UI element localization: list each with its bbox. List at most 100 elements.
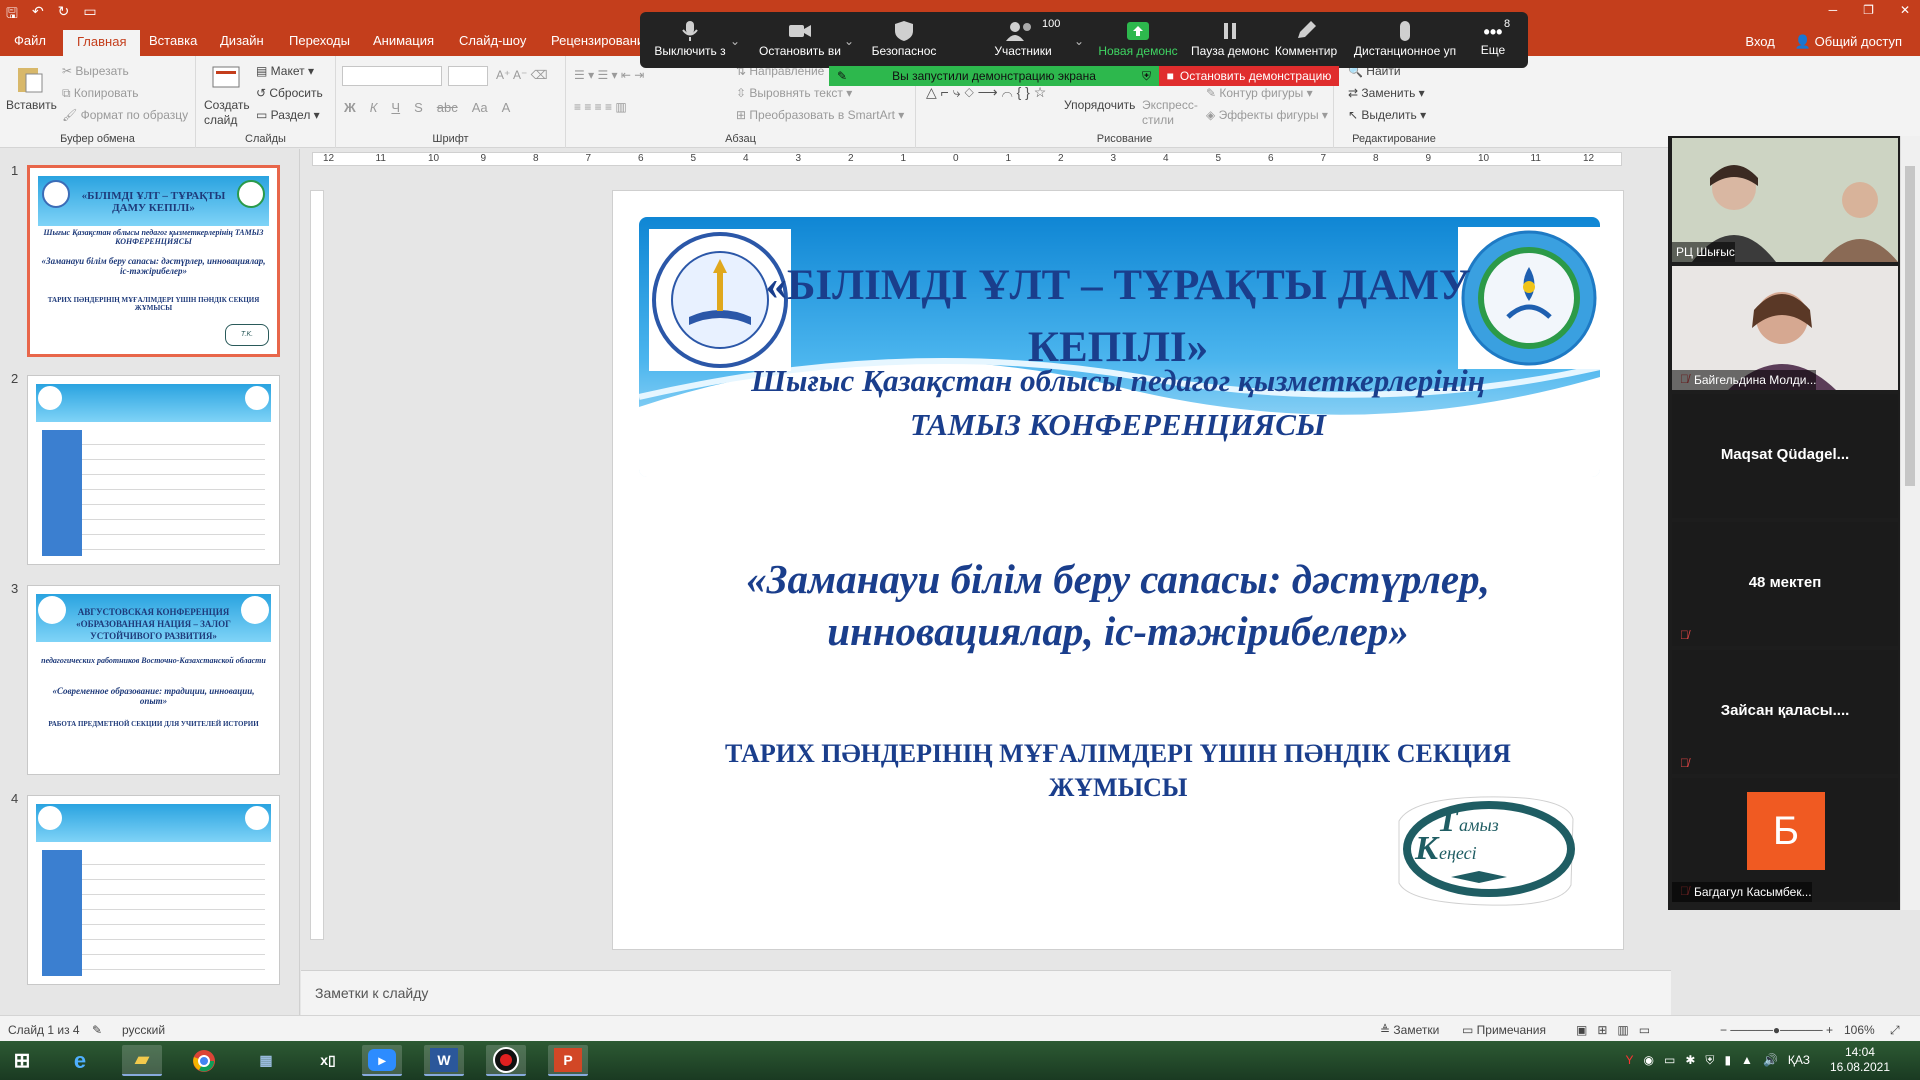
smartart-button[interactable]: ⊞ Преобразовать в SmartArt ▾	[736, 108, 904, 122]
shapes-gallery[interactable]: △ ⌐ ⤷ ⬦ ⟶ ⌒ { } ☆	[926, 82, 1052, 126]
slide-thumbnail-1[interactable]: «БІЛІМДІ ҰЛТ – ТҰРАҚТЫ ДАМУ КЕПІЛІ» Шығы…	[27, 165, 280, 357]
view-buttons[interactable]: ▣ ⊞ ▥ ▭	[1576, 1023, 1650, 1037]
quick-styles-button[interactable]: Экспресс-стили	[1142, 98, 1202, 128]
tab-review[interactable]: Рецензирование	[551, 33, 651, 48]
word-icon[interactable]: W	[424, 1045, 464, 1076]
align-text-button[interactable]: ⇳ Выровнять текст ▾	[736, 86, 852, 100]
chrome-icon[interactable]	[184, 1045, 224, 1076]
layout-button[interactable]: ▤ Макет ▾	[256, 64, 314, 78]
cut-button[interactable]: ✂ Вырезать	[62, 64, 129, 78]
shield-tray-icon[interactable]: ⛨	[1705, 1053, 1714, 1068]
restore-button[interactable]: ❐	[1863, 3, 1874, 17]
font-size-input[interactable]	[448, 66, 488, 86]
tab-animation[interactable]: Анимация	[373, 33, 434, 48]
bluetooth-icon[interactable]: ✱	[1685, 1053, 1695, 1068]
annotate-button[interactable]: Комментир	[1264, 12, 1348, 68]
excel-icon[interactable]: x▯	[308, 1045, 348, 1076]
network-app-icon[interactable]: ▦	[246, 1045, 286, 1076]
select-button[interactable]: ↖ Выделить ▾	[1348, 108, 1426, 122]
close-button[interactable]: ✕	[1900, 3, 1910, 17]
zoom-icon[interactable]: ▸	[362, 1045, 402, 1076]
battery-icon[interactable]: ▮	[1724, 1053, 1731, 1068]
slide-notes[interactable]: Заметки к слайду	[301, 970, 1671, 1015]
stop-share-button[interactable]: ■ Остановить демонстрацию	[1159, 66, 1339, 86]
video-options-chevron-icon[interactable]: ⌄	[844, 34, 854, 48]
replace-button[interactable]: ⇄ Заменить ▾	[1348, 86, 1425, 100]
login-link[interactable]: Вход	[1745, 34, 1774, 50]
undo-icon[interactable]: ↶	[32, 3, 44, 27]
reset-button[interactable]: ↺ Сбросить	[256, 86, 323, 100]
arrange-button[interactable]: Упорядочить	[1064, 98, 1135, 112]
strikethrough-button[interactable]: abc	[437, 100, 458, 115]
tab-home[interactable]: Главная	[63, 30, 141, 57]
font-size-buttons[interactable]: A⁺ A⁻ ⌫	[496, 68, 548, 82]
tab-design[interactable]: Дизайн	[220, 33, 264, 48]
new-share-button[interactable]: Новая демонс	[1088, 12, 1188, 68]
save-icon[interactable]: 🖫	[6, 3, 18, 27]
participant-tile[interactable]: Зайсан қаласы.... 🎙̸	[1672, 650, 1898, 774]
section-button[interactable]: ▭ Раздел ▾	[256, 108, 320, 122]
participants-button[interactable]: 100 Участники	[958, 12, 1088, 68]
participant-tile[interactable]: 🎙̸ Байгельдина Молди...	[1672, 266, 1898, 390]
mute-options-chevron-icon[interactable]: ⌄	[730, 34, 740, 48]
windows-start-icon[interactable]: ⊞	[2, 1045, 42, 1076]
shape-outline-button[interactable]: ✎ Контур фигуры ▾	[1206, 86, 1313, 100]
fit-slide-icon[interactable]: ⤢	[1890, 1023, 1900, 1038]
change-case-button[interactable]: Aa	[472, 100, 488, 115]
powerpoint-icon[interactable]: P	[548, 1045, 588, 1076]
list-buttons[interactable]: ☰ ▾ ☰ ▾ ⇤ ⇥	[574, 68, 644, 82]
zoom-level[interactable]: 106%	[1844, 1023, 1875, 1037]
participant-tile[interactable]: Б 🎙̸ Багдагул Касымбек...	[1672, 778, 1898, 902]
yandex-icon[interactable]: Y	[1626, 1053, 1634, 1068]
tab-insert[interactable]: Вставка	[149, 33, 197, 48]
share-button[interactable]: 👤 Общий доступ	[1795, 34, 1902, 50]
zoom-slider[interactable]: − ─────●───── +	[1720, 1023, 1833, 1037]
mute-button[interactable]: Выключить з	[640, 12, 740, 68]
align-buttons[interactable]: ≡ ≡ ≡ ≡ ▥	[574, 100, 627, 114]
participants-chevron-icon[interactable]: ⌄	[1074, 34, 1084, 48]
network-icon[interactable]: ▲	[1741, 1053, 1753, 1068]
pin-icon[interactable]: ✎	[837, 69, 847, 83]
paste-button[interactable]: Вставить	[6, 98, 57, 112]
underline-button[interactable]: Ч	[391, 100, 400, 115]
internet-explorer-icon[interactable]: e	[60, 1045, 100, 1076]
copy-button[interactable]: ⧉ Копировать	[62, 86, 139, 101]
system-clock[interactable]: 14:04 16.08.2021	[1830, 1045, 1890, 1075]
file-explorer-icon[interactable]: ▰	[122, 1045, 162, 1076]
minimize-button[interactable]: ─	[1829, 3, 1838, 17]
input-language[interactable]: ҚАЗ	[1788, 1053, 1810, 1068]
bold-button[interactable]: Ж	[344, 100, 356, 115]
font-color-button[interactable]: A	[502, 100, 511, 115]
participant-tile[interactable]: РЦ Шығыс	[1672, 138, 1898, 262]
font-name-input[interactable]	[342, 66, 442, 86]
tab-transitions[interactable]: Переходы	[289, 33, 350, 48]
format-painter-button[interactable]: 🖌 Формат по образцу	[62, 108, 188, 122]
stop-video-button[interactable]: Остановить ви	[750, 12, 850, 68]
language-indicator[interactable]: русский	[122, 1023, 165, 1037]
tab-slideshow[interactable]: Слайд-шоу	[459, 33, 526, 48]
recorder-icon[interactable]	[486, 1045, 526, 1076]
shape-effects-button[interactable]: ◈ Эффекты фигуры ▾	[1206, 108, 1328, 122]
new-slide-button[interactable]: Создать слайд	[204, 98, 254, 128]
scrollbar-thumb[interactable]	[1905, 166, 1915, 486]
shadow-button[interactable]: S	[414, 100, 423, 115]
more-button[interactable]: ••• 8 Еще	[1462, 12, 1524, 68]
participant-tile[interactable]: 48 мектеп 🎙̸	[1672, 522, 1898, 646]
slide-thumbnail-4[interactable]	[27, 795, 280, 985]
slide-thumbnail-2[interactable]	[27, 375, 280, 565]
participants-scrollbar[interactable]	[1900, 136, 1920, 910]
spellcheck-icon[interactable]: ✎	[92, 1023, 102, 1037]
zoom-tray-icon[interactable]: ▭	[1664, 1053, 1675, 1068]
remote-control-button[interactable]: Дистанционное уп	[1352, 12, 1458, 68]
security-button[interactable]: Безопаснос	[854, 12, 954, 68]
comments-toggle[interactable]: ▭ Примечания	[1462, 1023, 1546, 1037]
slide-thumbnail-3[interactable]: АВГУСТОВСКАЯ КОНФЕРЕНЦИЯ «ОБРАЗОВАННАЯ Н…	[27, 585, 280, 775]
participant-tile[interactable]: Maqsat Qüdagel...	[1672, 394, 1898, 518]
slideshow-start-icon[interactable]: ▭	[83, 3, 96, 27]
italic-button[interactable]: К	[370, 100, 378, 115]
tab-file[interactable]: Файл	[14, 33, 46, 48]
slide-canvas[interactable]: «БІЛІМДІ ҰЛТ – ТҰРАҚТЫ ДАМУ КЕПІЛІ» Шығы…	[612, 190, 1624, 950]
tray-app-icon[interactable]: ◉	[1644, 1053, 1654, 1068]
redo-icon[interactable]: ↻	[58, 3, 70, 27]
notes-toggle[interactable]: ≜ Заметки	[1380, 1023, 1439, 1037]
